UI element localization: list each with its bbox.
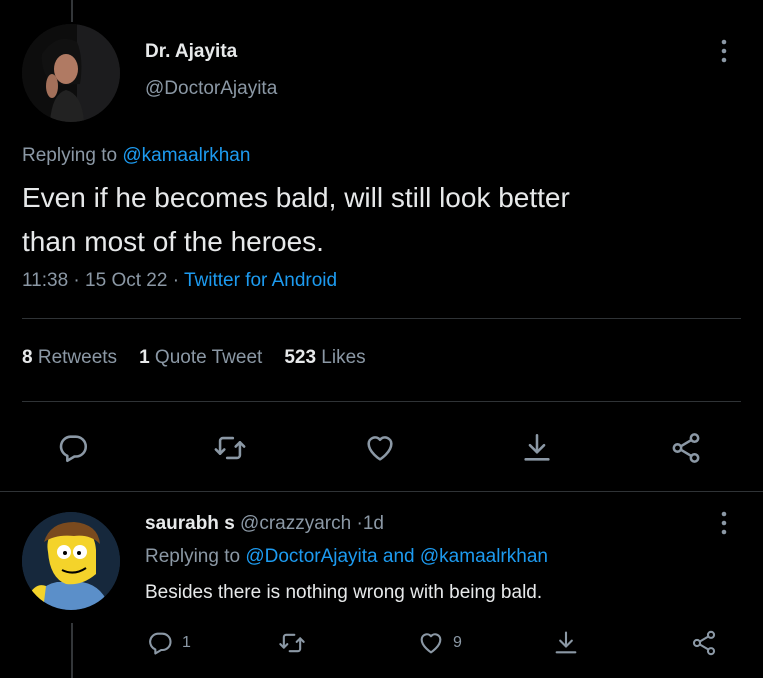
retweets-stat[interactable]: 8 Retweets: [22, 347, 117, 368]
thread-line-top: [71, 0, 73, 22]
reply-author-name[interactable]: saurabh s: [145, 513, 235, 534]
share-icon: [692, 630, 716, 656]
more-icon[interactable]: [712, 508, 736, 538]
replying-and: and: [382, 546, 415, 567]
replying-prefix: Replying to: [22, 145, 118, 166]
tweet-date[interactable]: 15 Oct 22: [85, 270, 167, 291]
heart-icon[interactable]: [363, 431, 397, 465]
replying-to-link-1[interactable]: @DoctorAjayita: [245, 546, 377, 567]
retweet-icon[interactable]: [213, 431, 247, 465]
reply-reply-button[interactable]: 1: [146, 628, 191, 658]
author-name[interactable]: Dr. Ajayita: [145, 41, 237, 63]
reply-author-handle[interactable]: @crazzyarch: [240, 513, 351, 534]
author-handle[interactable]: @DoctorAjayita: [145, 78, 277, 100]
reply-icon: [149, 632, 172, 655]
divider: [22, 318, 741, 319]
reply-replying-to: Replying to @DoctorAjayita and @kamaalrk…: [145, 546, 548, 568]
tweet-stats: 8 Retweets 1 Quote Tweet 523 Likes: [22, 347, 366, 369]
retweet-icon: [279, 633, 305, 653]
replying-to-link-2[interactable]: @kamaalrkhan: [420, 546, 548, 567]
tweet-text-line-2: than most of the heroes.: [22, 226, 324, 257]
thread-line-bottom: [71, 623, 73, 678]
tweet-separator: [0, 491, 763, 492]
author-avatar[interactable]: [22, 24, 120, 122]
tweet-text-line-1: Even if he becomes bald, will still look…: [22, 182, 570, 213]
replying-to: Replying to @kamaalrkhan: [22, 145, 250, 167]
divider: [22, 401, 741, 402]
share-icon[interactable]: [669, 431, 703, 465]
reply-time[interactable]: 1d: [363, 513, 384, 534]
reply-bookmark-button[interactable]: [552, 628, 580, 658]
meta-separator: ·: [172, 270, 180, 291]
quotes-stat[interactable]: 1 Quote Tweet: [139, 347, 262, 368]
reply-count: 1: [182, 634, 191, 651]
likes-stat[interactable]: 523 Likes: [284, 347, 365, 368]
replying-to-link[interactable]: @kamaalrkhan: [122, 145, 250, 166]
more-icon[interactable]: [712, 36, 736, 66]
tweet-time[interactable]: 11:38: [22, 270, 68, 291]
reply-header: saurabh s @crazzyarch ·1d: [145, 513, 384, 535]
reply-icon[interactable]: [56, 431, 90, 465]
tweet-text: Even if he becomes bald, will still look…: [22, 176, 742, 264]
bookmark-icon[interactable]: [520, 431, 554, 465]
reply-author-avatar[interactable]: [22, 512, 120, 610]
reply-share-button[interactable]: [690, 628, 718, 658]
meta-separator: ·: [73, 270, 80, 291]
reply-like-button[interactable]: 9: [417, 628, 462, 658]
bookmark-icon: [555, 631, 577, 654]
reply-retweet-button[interactable]: [278, 628, 306, 658]
reply-text: Besides there is nothing wrong with bein…: [145, 582, 543, 603]
heart-icon: [420, 633, 442, 654]
tweet-source[interactable]: Twitter for Android: [184, 270, 337, 291]
replying-prefix: Replying to: [145, 546, 241, 567]
tweet-meta: 11:38 · 15 Oct 22 · Twitter for Android: [22, 270, 337, 292]
like-count: 9: [453, 634, 462, 651]
